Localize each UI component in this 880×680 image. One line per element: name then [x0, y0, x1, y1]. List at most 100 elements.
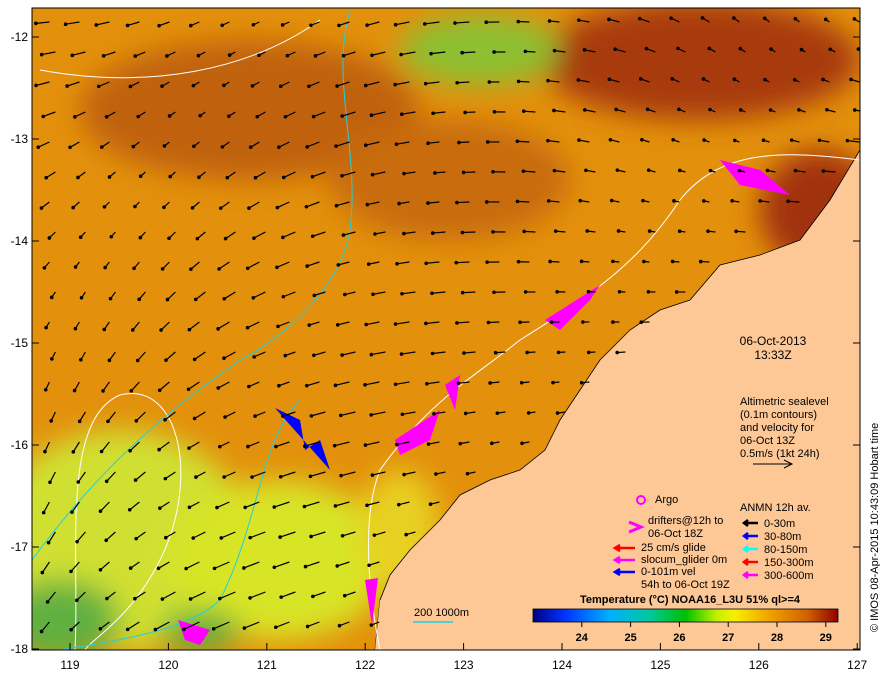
velocity-arrow-head	[518, 320, 522, 325]
velocity-arrow-head	[607, 17, 611, 22]
velocity-arrow-head	[133, 204, 137, 209]
velocity-arrow-head	[312, 353, 316, 358]
velocity-arrow-head	[158, 506, 162, 510]
velocity-arrow-head	[283, 353, 288, 358]
velocity-arrow-head	[245, 325, 250, 330]
velocity-arrow-head	[426, 201, 430, 205]
velocity-arrow-head	[645, 107, 650, 112]
velocity-arrow-head	[488, 381, 492, 385]
velocity-arrow-head	[821, 169, 826, 173]
velocity-arrow-head	[732, 16, 736, 20]
velocity-arrow-head	[281, 414, 285, 418]
colorbar-tick-label: 26	[673, 632, 685, 644]
velocity-arrow-head	[79, 357, 83, 362]
velocity-arrow-head	[215, 505, 219, 510]
velocity-arrow-head	[157, 388, 162, 393]
velocity-arrow-head	[786, 199, 790, 204]
velocity-arrow-head	[553, 229, 558, 233]
velocity-arrow-head	[134, 418, 139, 423]
velocity-arrow-head	[194, 475, 198, 479]
velocity-arrow-head	[394, 142, 399, 146]
velocity-arrow-head	[307, 323, 312, 327]
velocity-arrow-head	[250, 84, 255, 88]
velocity-arrow-head	[131, 328, 135, 332]
velocity-arrow-head	[637, 16, 642, 21]
velocity-arrow-head	[129, 389, 134, 393]
velocity-arrow-head	[334, 203, 339, 208]
velocity-arrow-head	[102, 205, 107, 209]
velocity-arrow-head	[165, 54, 169, 58]
velocity-arrow-head	[341, 233, 346, 237]
velocity-arrow-head	[44, 175, 48, 180]
velocity-arrow-head	[845, 138, 850, 143]
velocity-arrow-head	[76, 175, 80, 180]
velocity-arrow-head	[70, 53, 75, 58]
velocity-arrow-head	[168, 174, 173, 179]
velocity-arrow-head	[369, 413, 374, 417]
velocity-arrow-head	[702, 138, 706, 142]
velocity-arrow-head	[339, 413, 343, 418]
velocity-arrow-head	[222, 475, 226, 479]
velocity-arrow-head	[34, 21, 38, 26]
velocity-arrow-head	[305, 145, 309, 149]
map-figure: 119 120 121 122 123 124 125 126 127 -12 -13 -14 -15…	[0, 0, 880, 680]
velocity-arrow-head	[485, 260, 489, 264]
velocity-arrow-head	[165, 297, 170, 302]
x-tick-label: 126	[749, 658, 769, 672]
velocity-arrow-head	[78, 235, 83, 240]
velocity-arrow-head	[700, 16, 705, 20]
x-tick-label: 120	[158, 658, 178, 672]
velocity-arrow-head	[372, 533, 377, 537]
velocity-arrow-head	[647, 229, 652, 233]
velocity-arrow-head	[430, 291, 434, 296]
velocity-arrow-head	[222, 83, 226, 88]
velocity-arrow-head	[363, 383, 367, 387]
velocity-arrow-head	[253, 175, 258, 180]
velocity-arrow-head	[677, 168, 682, 173]
velocity-arrow-head	[47, 236, 52, 240]
velocity-arrow-head	[763, 77, 767, 82]
anmn-label: 150-300m	[764, 557, 814, 569]
velocity-arrow-head	[486, 320, 491, 325]
velocity-arrow-head	[455, 200, 459, 205]
velocity-arrow-head	[219, 536, 224, 540]
velocity-arrow-head	[339, 473, 343, 478]
velocity-arrow-head	[255, 114, 260, 119]
velocity-arrow-head	[432, 412, 436, 416]
velocity-arrow-head	[393, 382, 398, 387]
map-time: 13:33Z	[754, 348, 791, 362]
velocity-arrow-head	[197, 175, 201, 180]
velocity-arrow-head	[609, 198, 614, 203]
velocity-arrow-head	[817, 138, 822, 143]
velocity-arrow-head	[370, 473, 375, 477]
velocity-arrow-head	[75, 539, 79, 544]
velocity-arrow-head	[799, 47, 804, 52]
velocity-arrow-head	[698, 259, 703, 264]
velocity-arrow	[462, 291, 476, 294]
velocity-arrow-head	[242, 566, 246, 570]
velocity-arrow-head	[303, 564, 308, 569]
velocity-arrow-head	[431, 111, 435, 116]
velocity-arrow-head	[160, 267, 165, 271]
velocity-arrow-head	[581, 320, 585, 324]
velocity-arrow-head	[216, 327, 220, 331]
velocity-arrow-head	[342, 593, 347, 598]
velocity-arrow-head	[336, 263, 341, 267]
velocity-arrow-head	[192, 357, 197, 362]
velocity-arrow-head	[433, 171, 437, 175]
velocity-arrow-head	[132, 266, 136, 271]
velocity-arrow-head	[340, 114, 344, 118]
velocity-arrow-head	[220, 23, 225, 28]
velocity-arrow-head	[365, 202, 370, 207]
velocity-arrow-head	[283, 114, 288, 119]
velocity-arrow-head	[137, 297, 141, 302]
velocity-arrow-head	[460, 290, 465, 295]
x-tick-label: 124	[552, 658, 572, 672]
velocity-arrow-head	[423, 81, 428, 86]
velocity-arrow-head	[730, 199, 734, 203]
velocity-arrow-head	[577, 138, 581, 142]
y-tick-label: -16	[11, 438, 29, 452]
velocity-arrow-head	[134, 536, 138, 541]
velocity-arrow-head	[128, 566, 133, 570]
velocity-arrow-head	[615, 350, 619, 355]
